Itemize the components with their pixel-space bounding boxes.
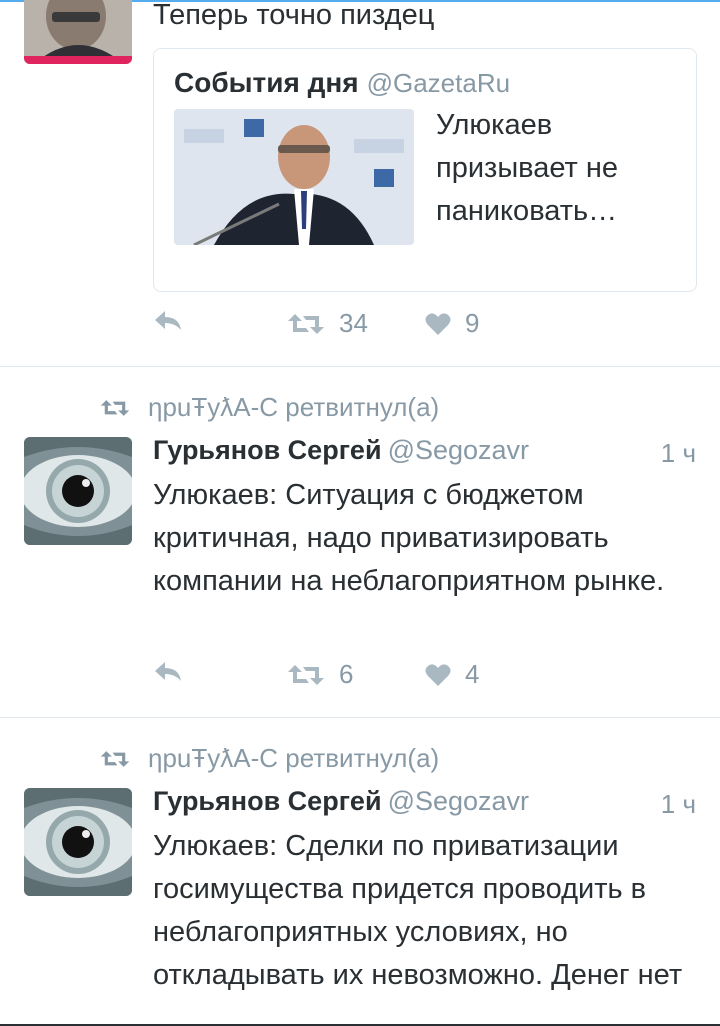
card-title: Улюкаев призывает не паниковать… (436, 109, 619, 227)
tweet-text: Улюкаев: Сделки по приватизации госимуще… (153, 830, 683, 991)
tweet[interactable]: ƞpuŦуƛA-C ретвитнул(а) Гурьянов Сергей @S… (0, 718, 720, 1026)
reply-icon (155, 662, 181, 681)
avatar[interactable] (24, 788, 132, 896)
author-handle: @Segozavr (387, 435, 530, 465)
tweet[interactable]: ƞpuŦуƛA-C ретвитнул(а) Гурьянов Сергей @S… (0, 367, 720, 717)
avatar[interactable] (24, 437, 132, 545)
author-name: Гурьянов Сергей (153, 435, 382, 465)
like-button[interactable]: 9 (425, 308, 479, 339)
retweet-icon (288, 313, 324, 334)
tweet-actions: 34 9 (153, 308, 573, 348)
retweeted-by: ƞpuŦуƛA-C ретвитнул(а) (100, 743, 439, 776)
card-header: События дня @GazetaRu (174, 67, 510, 99)
retweet-icon (288, 664, 324, 685)
link-card[interactable]: События дня @GazetaRu Улюкаев призывает н… (153, 48, 697, 292)
card-name: События дня (174, 67, 359, 98)
like-icon (425, 312, 451, 335)
reply-icon (155, 311, 181, 330)
like-count: 9 (465, 308, 480, 338)
retweet-icon (100, 394, 130, 425)
tweet-actions: 6 4 (153, 659, 573, 699)
avatar[interactable] (24, 0, 132, 64)
author-line[interactable]: Гурьянов Сергей @Segozavr (153, 435, 529, 466)
retweet-icon (100, 745, 130, 776)
retweet-count: 34 (339, 308, 368, 338)
card-handle: @GazetaRu (366, 68, 511, 98)
retweeted-by: ƞpuŦуƛA-C ретвитнул(а) (100, 392, 439, 425)
author-name: Гурьянов Сергей (153, 786, 382, 816)
tweet[interactable]: Теперь точно пиздец События дня @GazetaRu… (0, 0, 720, 366)
like-icon (425, 663, 451, 686)
retweet-button[interactable]: 34 (287, 308, 368, 339)
card-thumbnail (174, 109, 414, 245)
tweet-time[interactable]: 1 ч (661, 789, 696, 820)
tweet-time[interactable]: 1 ч (661, 438, 696, 469)
tweet-text: Теперь точно пиздец (153, 0, 435, 31)
reply-button[interactable] (153, 308, 183, 332)
reply-button[interactable] (153, 659, 183, 683)
retweeted-by-label: ƞpuŦуƛA-C ретвитнул(а) (148, 743, 440, 773)
author-line[interactable]: Гурьянов Сергей @Segozavr (153, 786, 529, 817)
tweet-text: Улюкаев: Ситуация с бюджетом критичная, … (153, 479, 665, 597)
like-button[interactable]: 4 (425, 659, 479, 690)
retweet-count: 6 (339, 659, 354, 689)
retweet-button[interactable]: 6 (287, 659, 353, 690)
like-count: 4 (465, 659, 480, 689)
retweeted-by-label: ƞpuŦуƛA-C ретвитнул(а) (148, 392, 440, 422)
author-handle: @Segozavr (387, 786, 530, 816)
